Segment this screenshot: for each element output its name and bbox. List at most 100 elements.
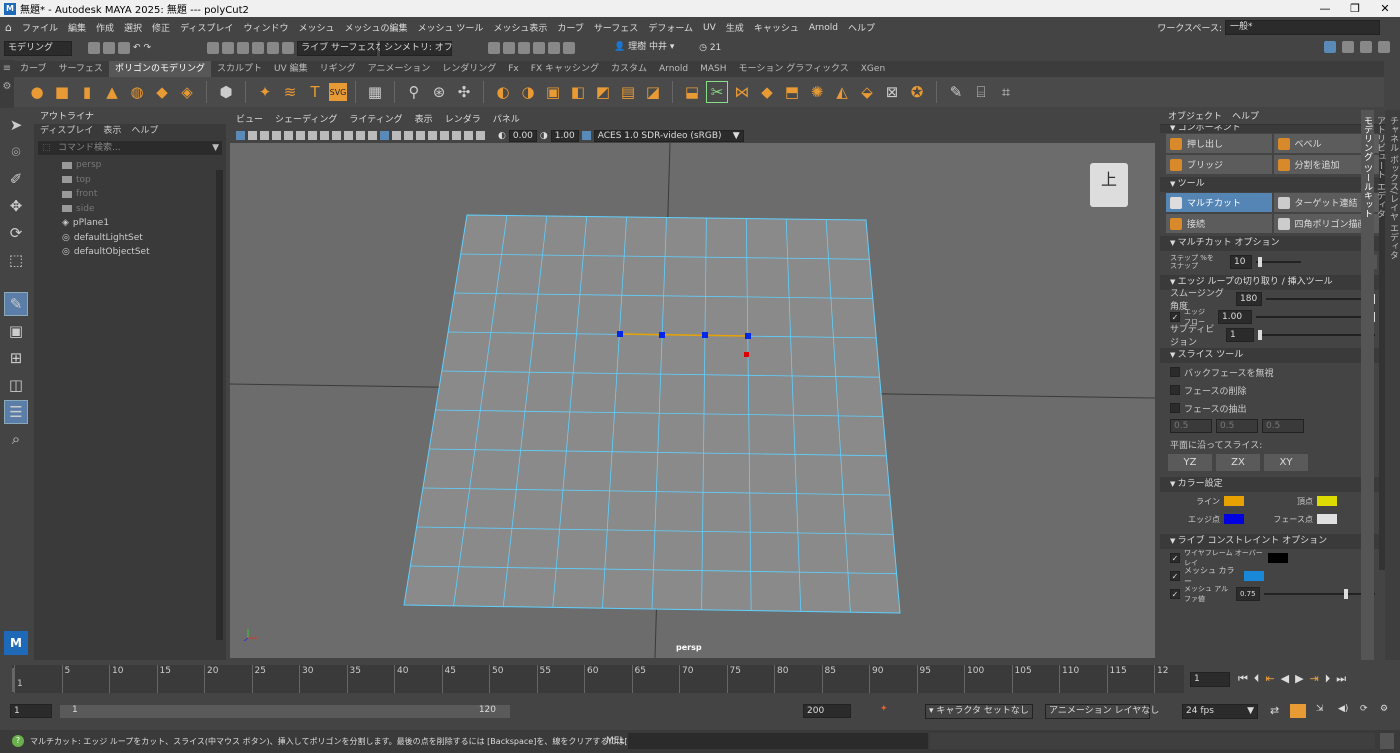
poly-disc-icon[interactable]: ◈ [176, 81, 198, 103]
vp-menu-view[interactable]: ビュー [236, 113, 263, 128]
modeling-toolkit-toggle-icon[interactable] [1324, 41, 1336, 53]
maximize-button[interactable]: ❐ [1340, 0, 1370, 17]
outliner-item-front[interactable]: front [34, 187, 226, 202]
shelf-tab-rigging[interactable]: リギング [314, 61, 362, 77]
shelf-tab-xgen[interactable]: XGen [855, 61, 891, 77]
extrude-shelf-icon[interactable]: ⬓ [681, 81, 703, 103]
menu-cache[interactable]: キャッシュ [749, 21, 804, 34]
field-chart-icon[interactable] [332, 131, 341, 140]
home-icon[interactable]: ⌂ [0, 21, 17, 34]
shelf-tab-motion-graphics[interactable]: モーション グラフィックス [733, 61, 855, 77]
film-gate-icon[interactable] [296, 131, 305, 140]
bridge-button[interactable]: ブリッジ [1166, 155, 1272, 174]
range-start-field[interactable]: 1 [10, 704, 52, 718]
fps-dropdown[interactable]: 24 fps ▼ [1182, 704, 1258, 719]
poly-plane-icon[interactable]: ◆ [151, 81, 173, 103]
open-scene-icon[interactable] [103, 42, 115, 54]
super-shape-icon[interactable]: ✦ [254, 81, 276, 103]
redo-icon[interactable]: ↷ [144, 43, 152, 53]
xray-icon[interactable] [452, 131, 461, 140]
render-settings-icon[interactable] [518, 42, 531, 54]
viewport-3d[interactable]: 上 persp [229, 142, 1156, 659]
fill-hole-icon[interactable]: ◪ [642, 81, 664, 103]
user-account[interactable]: 👤 理樹 中井 ▾ [611, 40, 697, 56]
extract-x-field[interactable]: 0.5 [1170, 419, 1212, 433]
auto-key-icon[interactable]: ✦ [880, 704, 888, 714]
ignore-backfaces-checkbox[interactable] [1170, 367, 1180, 377]
shelf-tab-curves[interactable]: カーブ [14, 61, 52, 77]
type-icon[interactable]: T [304, 81, 326, 103]
single-view-icon[interactable]: ▣ [4, 319, 28, 343]
vp-menu-shading[interactable]: シェーディング [275, 113, 337, 128]
wireframe-icon[interactable] [368, 131, 377, 140]
append-polygon-icon[interactable]: ⬒ [781, 81, 803, 103]
sculpt-tools-icon[interactable]: ⌗ [995, 81, 1017, 103]
sweep-mesh-icon[interactable]: ≋ [279, 81, 301, 103]
outliner-search-input[interactable]: ⬚ コマンド検索... ▼ [38, 141, 222, 155]
sync-icon[interactable]: ⟳ [1360, 704, 1368, 714]
wireframe-color-swatch[interactable] [1268, 553, 1288, 563]
time-ruler[interactable]: 1 5 10 15 20 25 30 35 40 45 50 55 60 65 70 75 80 85 90 95 10… [12, 665, 1184, 693]
extract-y-field[interactable]: 0.5 [1216, 419, 1258, 433]
tool-settings-toggle-icon[interactable] [1360, 41, 1372, 53]
live-constraint-header[interactable]: ライブ コンストレイント オプション [1160, 534, 1385, 549]
mesh-alpha-slider[interactable] [1264, 589, 1375, 599]
four-view-icon[interactable]: ⊞ [4, 346, 28, 370]
slice-tool-header[interactable]: スライス ツール [1160, 348, 1385, 363]
uv-coord-icon[interactable]: ✣ [453, 81, 475, 103]
select-tool-icon[interactable]: ➤ [4, 113, 28, 137]
close-button[interactable]: ✕ [1370, 0, 1400, 17]
outliner-item-defaultobjectset[interactable]: ◎ defaultObjectSet [34, 245, 226, 260]
multicut-button[interactable]: マルチカット [1166, 193, 1272, 212]
smooth-icon[interactable]: ▣ [542, 81, 564, 103]
merge-icon[interactable]: ⬙ [856, 81, 878, 103]
script-editor-button[interactable] [1380, 733, 1394, 749]
two-view-icon[interactable]: ◫ [4, 373, 28, 397]
isolate-icon[interactable] [464, 131, 473, 140]
search-icon[interactable]: ⌕ [4, 427, 28, 451]
mesh-alpha-field[interactable]: 0.75 [1236, 587, 1260, 601]
boolean-icon[interactable]: ◧ [567, 81, 589, 103]
component-section-header[interactable]: コンポーネント [1160, 125, 1385, 133]
poly-torus-icon[interactable]: ◍ [126, 81, 148, 103]
fill-icon[interactable]: ✺ [806, 81, 828, 103]
loop-icon[interactable]: ⇄ [1270, 704, 1279, 717]
sculpt-icon[interactable]: ✎ [945, 81, 967, 103]
menu-select[interactable]: 選択 [119, 21, 147, 34]
live-surface-field[interactable]: ライブ サーフェスなし [297, 40, 393, 56]
anim-layer-dropdown[interactable]: アニメーション レイヤなし [1045, 704, 1159, 719]
mirror-icon[interactable]: ◩ [592, 81, 614, 103]
slice-zx-button[interactable]: ZX [1216, 453, 1260, 471]
tab-modeling-toolkit[interactable]: モデリング ツールキット [1361, 110, 1374, 660]
multicut-tool-icon[interactable]: ✎ [4, 292, 28, 316]
paint-icon[interactable]: ⌸ [970, 81, 992, 103]
extract-faces-checkbox[interactable] [1170, 403, 1180, 413]
extract-z-field[interactable]: 0.5 [1262, 419, 1304, 433]
cache-playback-icon[interactable] [1290, 704, 1306, 718]
menu-edit-mesh[interactable]: メッシュの編集 [339, 21, 412, 34]
textured-icon[interactable] [392, 131, 401, 140]
multicut-options-header[interactable]: マルチカット オプション [1160, 236, 1385, 251]
exposure-field[interactable]: 0.00 [508, 129, 537, 142]
color-settings-header[interactable]: カラー設定 [1160, 477, 1385, 492]
poly-cylinder-icon[interactable]: ▮ [76, 81, 98, 103]
vp-menu-renderer[interactable]: レンダラ [445, 113, 481, 128]
menu-uv[interactable]: UV [698, 23, 721, 33]
vertex-color-swatch[interactable] [1317, 496, 1337, 506]
outliner-view-icon[interactable]: ☰ [4, 400, 28, 424]
separate-icon[interactable]: ◑ [517, 81, 539, 103]
tab-attribute-editor[interactable]: アトリビュート エディタ [1374, 110, 1387, 660]
colorspace-dropdown[interactable]: ACES 1.0 SDR-video (sRGB) ▼ [593, 129, 744, 142]
svg-icon[interactable]: SVG [329, 83, 347, 101]
menu-edit[interactable]: 編集 [63, 21, 91, 34]
menu-help[interactable]: ヘルプ [843, 21, 880, 34]
script-language-toggle[interactable]: MEL [606, 736, 624, 746]
outliner-menu-help[interactable]: ヘルプ [131, 124, 158, 138]
playhead[interactable] [12, 668, 14, 692]
vp-menu-panels[interactable]: パネル [493, 113, 520, 128]
resolution-gate-icon[interactable] [308, 131, 317, 140]
gamma-field[interactable]: 1.00 [550, 129, 579, 142]
outliner-menu-show[interactable]: 表示 [103, 124, 121, 138]
shelf-tab-mash[interactable]: MASH [694, 61, 732, 77]
image-plane-icon[interactable] [272, 131, 281, 140]
